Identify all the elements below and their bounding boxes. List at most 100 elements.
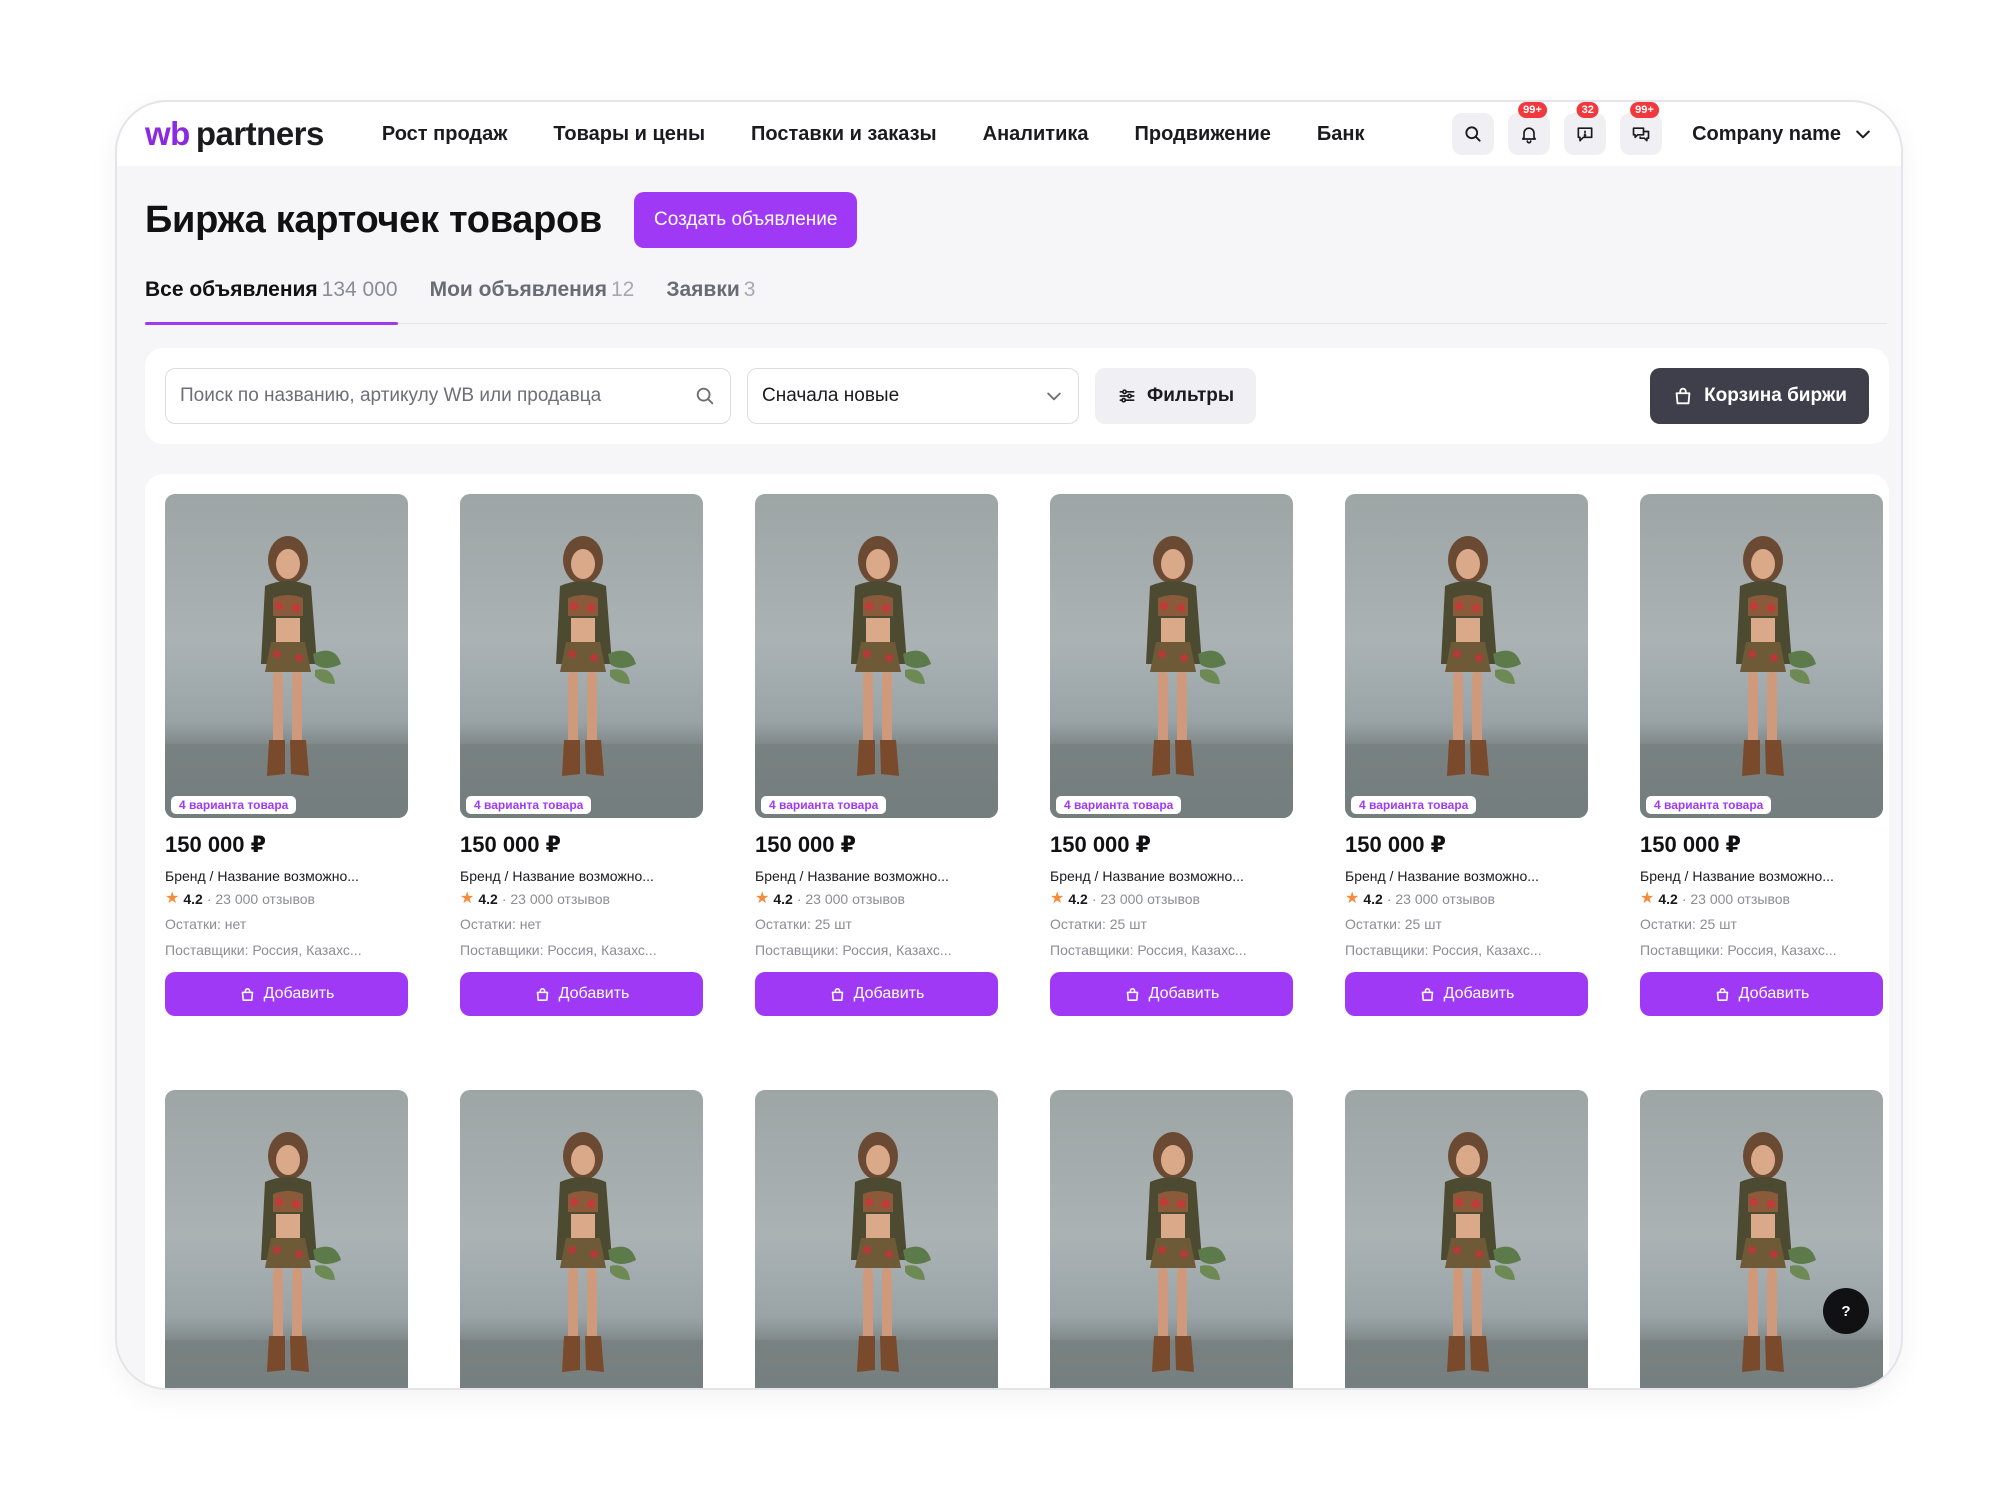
tab-all-listings[interactable]: Все объявления 134 000 — [145, 278, 398, 325]
product-card[interactable]: 4 варианта товара 150 000 ₽ Бренд / Назван… — [755, 494, 998, 1016]
star-icon: ★ — [165, 890, 180, 907]
tab-requests[interactable]: Заявки 3 — [666, 278, 755, 323]
add-to-cart-button[interactable]: Добавить — [165, 972, 408, 1016]
product-photo[interactable] — [165, 1090, 408, 1388]
product-price: 150 000 ₽ — [1345, 832, 1446, 857]
add-to-cart-button[interactable]: Добавить — [1345, 972, 1588, 1016]
product-card[interactable] — [460, 1090, 703, 1388]
product-card[interactable]: 4 варианта товара 150 000 ₽ Бренд / Назван… — [165, 494, 408, 1016]
product-card[interactable] — [1050, 1090, 1293, 1388]
notifications-badge: 99+ — [1518, 102, 1547, 118]
wb-partners-logo[interactable]: wb partners — [145, 115, 324, 153]
product-photo[interactable] — [1050, 1090, 1293, 1388]
product-photo[interactable]: 4 варианта товара — [1640, 494, 1883, 818]
product-card[interactable]: 4 варианта товара 150 000 ₽ Бренд / Назван… — [1050, 494, 1293, 1016]
product-card[interactable] — [1345, 1090, 1588, 1388]
sort-value: Сначала новые — [762, 385, 900, 406]
product-photo[interactable]: 4 варианта товара — [1050, 494, 1293, 818]
model-silhouette — [1345, 536, 1588, 818]
feedback-icon — [1577, 127, 1593, 142]
chevron-down-icon — [1856, 130, 1870, 139]
shopping-bag-icon — [1716, 987, 1728, 1001]
nav-item-sales-growth[interactable]: Рост продаж — [382, 123, 508, 146]
chat-button[interactable]: 99+ — [1620, 102, 1663, 155]
nav-item-promotion[interactable]: Продвижение — [1135, 123, 1271, 146]
product-rating: ★ 4.2 · 23 000 отзывов — [1640, 891, 1883, 908]
reviews-count: · 23 000 отзывов — [501, 891, 610, 907]
nav-item-supplies-orders[interactable]: Поставки и заказы — [751, 123, 937, 146]
product-photo[interactable] — [460, 1090, 703, 1388]
product-card[interactable] — [165, 1090, 408, 1388]
add-to-cart-button[interactable]: Добавить — [1640, 972, 1883, 1016]
product-grid: 4 варианта товара 150 000 ₽ Бренд / Назван… — [145, 474, 1889, 1388]
bell-icon — [1521, 127, 1537, 144]
variants-badge: 4 варианта товара — [761, 796, 887, 814]
nav-item-products-prices[interactable]: Товары и цены — [553, 123, 705, 146]
shopping-bag-icon — [1126, 987, 1138, 1001]
model-silhouette — [165, 536, 408, 818]
reviews-count: · 23 000 отзывов — [1681, 891, 1790, 907]
product-price: 150 000 ₽ — [1050, 832, 1151, 857]
search-button[interactable] — [1452, 113, 1495, 155]
product-price: 150 000 ₽ — [1640, 832, 1741, 857]
add-button-label: Добавить — [1148, 985, 1220, 1002]
add-to-cart-button[interactable]: Добавить — [755, 972, 998, 1016]
add-button-label: Добавить — [558, 985, 630, 1002]
product-name[interactable]: Бренд / Название возможно... — [165, 868, 408, 884]
product-photo[interactable] — [1640, 1090, 1883, 1388]
star-icon: ★ — [1050, 890, 1065, 907]
nav-item-bank[interactable]: Банк — [1317, 123, 1365, 146]
exchange-cart-button[interactable]: Корзина биржи — [1650, 368, 1869, 424]
product-name[interactable]: Бренд / Название возможно... — [1640, 868, 1883, 884]
product-rating: ★ 4.2 · 23 000 отзывов — [460, 890, 703, 908]
shopping-bag-icon — [831, 987, 843, 1001]
product-name[interactable]: Бренд / Название возможно... — [755, 868, 998, 884]
tab-label: Мои объявления — [429, 278, 607, 301]
product-card[interactable] — [1640, 1090, 1883, 1388]
add-to-cart-button[interactable]: Добавить — [1050, 972, 1293, 1016]
search-icon — [696, 387, 714, 405]
rating-value: 4.2 — [1658, 891, 1678, 907]
add-button-label: Добавить — [263, 985, 335, 1002]
tab-label: Заявки — [666, 278, 740, 301]
product-photo[interactable]: 4 варианта товара — [755, 494, 998, 818]
product-name[interactable]: Бренд / Название возможно... — [460, 868, 703, 884]
help-button[interactable]: ? — [1823, 1288, 1869, 1334]
product-rating: ★ 4.2 · 23 000 отзывов — [165, 890, 408, 908]
feedback-button[interactable]: 32 — [1564, 102, 1607, 155]
logo-wb: wb — [145, 115, 190, 152]
filters-button[interactable]: Фильтры — [1095, 368, 1257, 424]
shopping-bag-icon — [1421, 987, 1433, 1001]
product-card[interactable]: 4 варианта товара 150 000 ₽ Бренд / Назван… — [1640, 494, 1883, 1016]
star-icon: ★ — [460, 890, 475, 907]
model-silhouette — [1050, 536, 1293, 818]
product-suppliers: Поставщики: Россия, Казахс... — [1050, 942, 1247, 958]
company-selector[interactable]: Company name — [1692, 123, 1873, 146]
product-card[interactable]: 4 варианта товара 150 000 ₽ Бренд / Назван… — [1345, 494, 1588, 1016]
reviews-count: · 23 000 отзывов — [796, 891, 905, 907]
create-listing-button[interactable]: Создать объявление — [634, 192, 858, 248]
product-name[interactable]: Бренд / Название возможно... — [1345, 868, 1588, 884]
product-card[interactable]: 4 варианта товара 150 000 ₽ Бренд / Назван… — [460, 494, 703, 1016]
product-photo[interactable]: 4 варианта товара — [1345, 494, 1588, 818]
product-photo[interactable] — [1345, 1090, 1588, 1388]
product-stock: Остатки: 25 шт — [1050, 916, 1147, 932]
product-photo[interactable]: 4 варианта товара — [165, 494, 408, 818]
product-name[interactable]: Бренд / Название возможно... — [1050, 868, 1293, 884]
product-photo[interactable] — [755, 1090, 998, 1388]
nav-item-analytics[interactable]: Аналитика — [983, 123, 1089, 146]
shopping-bag-icon — [241, 987, 253, 1001]
product-card[interactable] — [755, 1090, 998, 1388]
product-rating: ★ 4.2 · 23 000 отзывов — [755, 891, 998, 908]
add-to-cart-button[interactable]: Добавить — [460, 972, 703, 1016]
product-photo[interactable]: 4 варианта товара — [460, 494, 703, 818]
notifications-button[interactable]: 99+ — [1508, 102, 1551, 155]
model-silhouette — [165, 1132, 408, 1388]
product-rating: ★ 4.2 · 23 000 отзывов — [1345, 891, 1588, 908]
search-input[interactable]: Поиск по названию, артикулу WB или прода… — [165, 368, 731, 424]
product-suppliers: Поставщики: Россия, Казахс... — [755, 942, 952, 958]
sort-select[interactable]: Сначала новые — [747, 368, 1079, 424]
add-button-label: Добавить — [853, 985, 925, 1002]
tab-my-listings[interactable]: Мои объявления 12 — [430, 278, 635, 323]
model-silhouette — [1640, 536, 1883, 818]
